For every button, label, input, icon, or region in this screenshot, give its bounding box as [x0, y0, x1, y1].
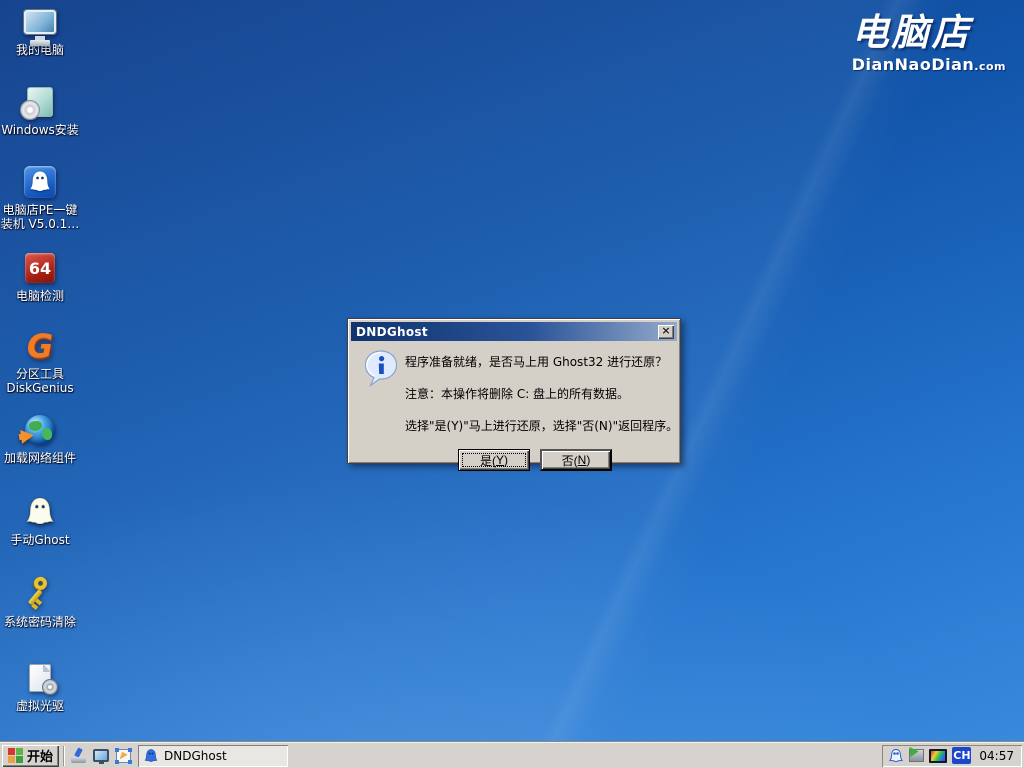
- desktop: 电脑店 DianNaoDian.com 我的电脑 Windows安装 电脑店PE…: [0, 0, 1024, 768]
- desktop-icon-network-components[interactable]: 加载网络组件: [0, 412, 80, 465]
- info-icon: [363, 349, 399, 393]
- taskbar-separator: [63, 746, 64, 766]
- desktop-icon-password-clear[interactable]: 系统密码清除: [0, 576, 80, 629]
- desktop-icon-my-computer[interactable]: 我的电脑: [0, 4, 80, 57]
- language-indicator[interactable]: CH: [952, 747, 971, 764]
- start-label: 开始: [27, 746, 53, 765]
- start-button[interactable]: 开始: [2, 745, 59, 767]
- task-button-dndghost[interactable]: DNDGhost: [138, 745, 288, 767]
- quicklaunch-desktop-preview-icon[interactable]: [112, 745, 134, 767]
- dialog-body: 程序准备就绪，是否马上用 Ghost32 进行还原？ 注意：本操作将删除 C: …: [351, 341, 677, 471]
- dialog-titlebar[interactable]: DNDGhost ×: [351, 322, 677, 341]
- close-icon[interactable]: ×: [658, 325, 674, 339]
- password-clear-key-icon: [22, 576, 58, 612]
- diskgenius-icon: G: [22, 328, 58, 364]
- taskbar: 开始 DNDGhost CH 04:57: [0, 742, 1024, 768]
- desktop-icon-diskgenius[interactable]: G 分区工具 DiskGenius: [0, 328, 80, 395]
- taskbar-clock: 04:57: [976, 749, 1014, 763]
- desktop-icon-manual-ghost[interactable]: 手动Ghost: [0, 494, 80, 547]
- desktop-icon-pc-check[interactable]: 64 电脑检测: [0, 250, 80, 303]
- pc-check-64-icon: 64: [22, 250, 58, 286]
- brand-subtitle: DianNaoDian.com: [852, 55, 1006, 74]
- dndghost-dialog: DNDGhost × 程序准备就绪，是否马上用 Ghost32 进行还原？ 注意…: [347, 318, 681, 464]
- pe-onekey-ghost-icon: [22, 164, 58, 200]
- manual-ghost-icon: [22, 494, 58, 530]
- dialog-button-row: 是(Y) 否(N): [405, 449, 665, 471]
- backup-disk-icon[interactable]: [909, 749, 924, 762]
- yes-button[interactable]: 是(Y): [458, 449, 530, 471]
- ghost-tray-icon[interactable]: [888, 748, 904, 764]
- my-computer-icon: [22, 4, 58, 40]
- desktop-icon-virtual-cdrom[interactable]: 虚拟光驱: [0, 660, 80, 713]
- virtual-cdrom-icon: [22, 660, 58, 696]
- dialog-message-line-2: 注意：本操作将删除 C: 盘上的所有数据。: [405, 385, 665, 402]
- system-tray: CH 04:57: [882, 745, 1022, 767]
- desktop-icon-windows-install[interactable]: Windows安装: [0, 84, 80, 137]
- windows-install-icon: [22, 84, 58, 120]
- quicklaunch-sweep-desktop-icon[interactable]: [68, 745, 90, 767]
- brand-title: 电脑店: [852, 14, 1006, 53]
- no-button[interactable]: 否(N): [540, 449, 612, 471]
- ghost-icon: [143, 748, 159, 764]
- dialog-message-line-3: 选择"是(Y)"马上进行还原，选择"否(N)"返回程序。: [405, 417, 665, 434]
- desktop-icon-pe-onekey[interactable]: 电脑店PE一键装机 V5.0.1…: [0, 164, 80, 231]
- quicklaunch-show-desktop-icon[interactable]: [90, 745, 112, 767]
- network-components-icon: [22, 412, 58, 448]
- display-color-icon[interactable]: [929, 749, 947, 763]
- dialog-title: DNDGhost: [356, 325, 428, 339]
- brand-logo: 电脑店 DianNaoDian.com: [852, 14, 1006, 74]
- start-flag-icon: [8, 748, 23, 763]
- dialog-message-line-1: 程序准备就绪，是否马上用 Ghost32 进行还原？: [405, 353, 665, 370]
